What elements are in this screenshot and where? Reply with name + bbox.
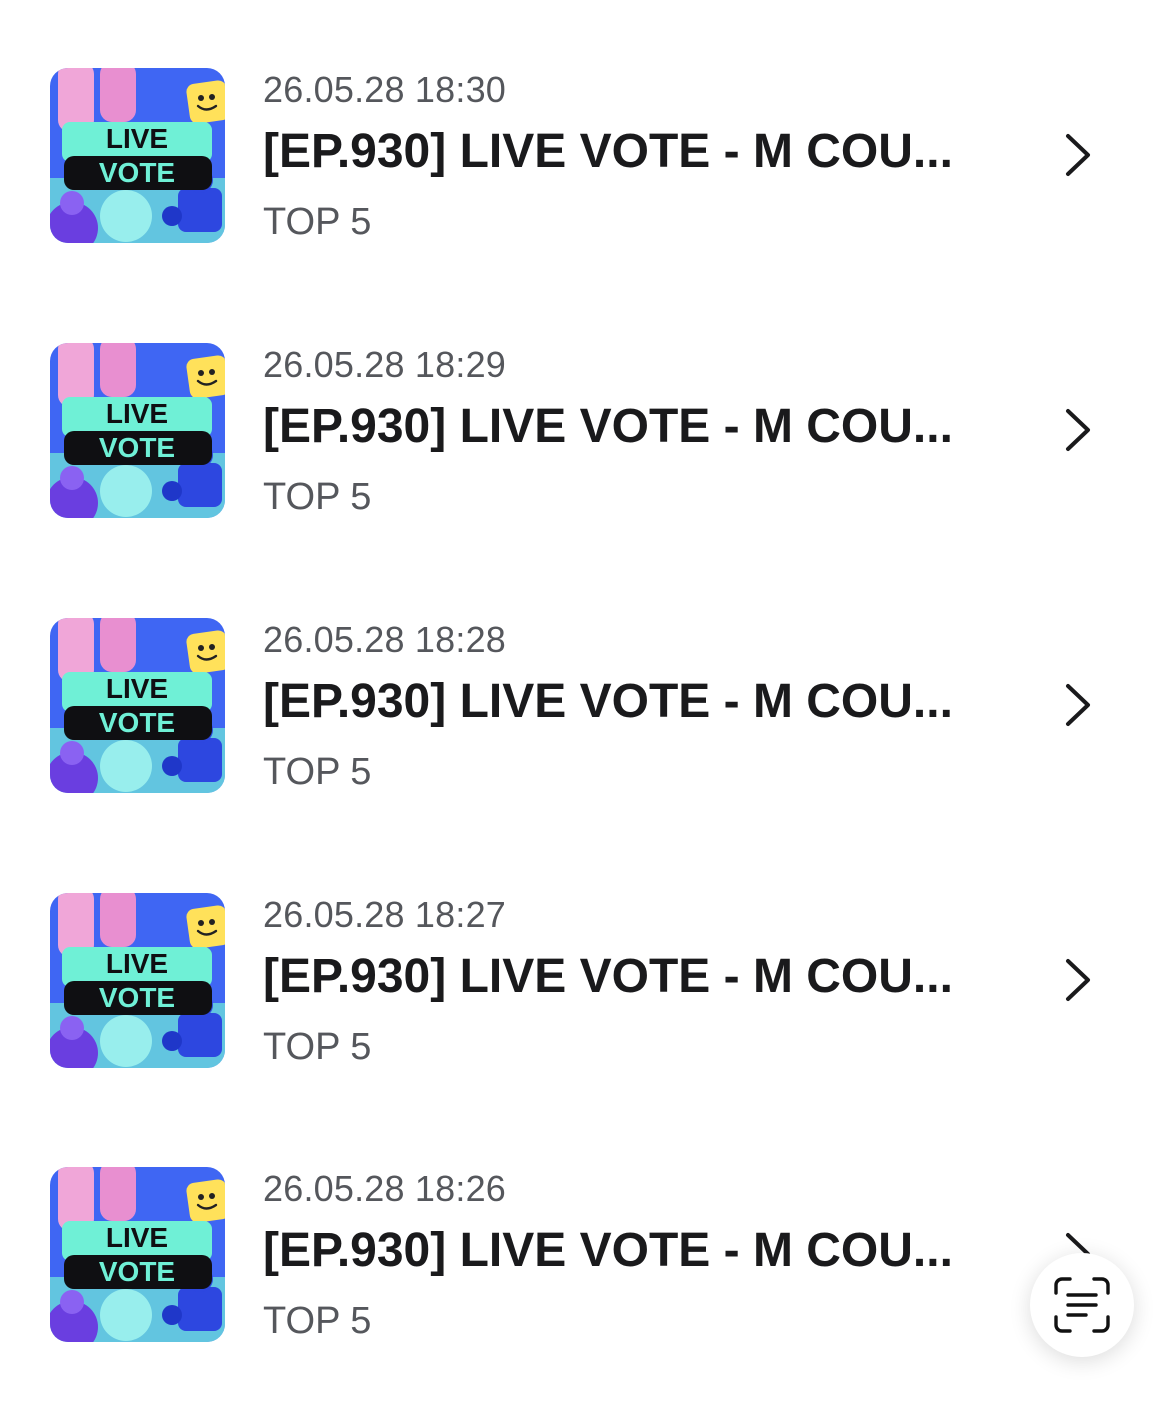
thumb-vote-text: VOTE — [99, 707, 175, 738]
text-scan-button[interactable] — [1030, 1253, 1134, 1357]
item-date: 26.05.28 18:30 — [263, 69, 507, 110]
item-date: 26.05.28 18:28 — [263, 619, 507, 660]
thumb-live-text: LIVE — [106, 673, 168, 704]
live-vote-thumbnail: LIVE VOTE — [50, 1167, 225, 1342]
chevron-right-icon[interactable] — [1058, 682, 1098, 728]
live-vote-thumbnail: LIVE VOTE — [50, 343, 225, 518]
chevron-right-icon[interactable] — [1058, 407, 1098, 453]
item-subtitle: TOP 5 — [263, 476, 372, 518]
thumb-vote-text: VOTE — [99, 982, 175, 1013]
item-title: [EP.930] LIVE VOTE - M COU... — [263, 950, 953, 1003]
vote-list-item-3[interactable]: LIVE VOTE 26.05.28 18:28 [EP.930] LIVE V… — [0, 618, 1170, 818]
chevron-right-icon[interactable] — [1058, 957, 1098, 1003]
vote-list-item-4[interactable]: LIVE VOTE 26.05.28 18:27 [EP.930] LIVE V… — [0, 893, 1170, 1093]
vote-list-item-5[interactable]: LIVE VOTE 26.05.28 18:26 [EP.930] LIVE V… — [0, 1167, 1170, 1367]
item-subtitle: TOP 5 — [263, 1300, 372, 1342]
item-subtitle: TOP 5 — [263, 751, 372, 793]
live-vote-thumbnail: LIVE VOTE — [50, 893, 225, 1068]
item-title: [EP.930] LIVE VOTE - M COU... — [263, 125, 953, 178]
item-subtitle: TOP 5 — [263, 1026, 372, 1068]
item-subtitle: TOP 5 — [263, 201, 372, 243]
item-date: 26.05.28 18:27 — [263, 894, 507, 935]
item-date: 26.05.28 18:29 — [263, 344, 507, 385]
item-title: [EP.930] LIVE VOTE - M COU... — [263, 1224, 953, 1277]
thumb-live-text: LIVE — [106, 398, 168, 429]
item-title: [EP.930] LIVE VOTE - M COU... — [263, 400, 953, 453]
text-scan-icon — [1054, 1277, 1110, 1333]
thumb-vote-text: VOTE — [99, 157, 175, 188]
item-date: 26.05.28 18:26 — [263, 1168, 507, 1209]
thumb-vote-text: VOTE — [99, 1256, 175, 1287]
item-title: [EP.930] LIVE VOTE - M COU... — [263, 675, 953, 728]
vote-history-page: LIVE VOTE 26.05.28 18:30 [EP.930] LIVE V… — [0, 0, 1170, 1421]
thumb-vote-text: VOTE — [99, 432, 175, 463]
thumb-live-text: LIVE — [106, 948, 168, 979]
live-vote-thumbnail: LIVE VOTE — [50, 618, 225, 793]
thumb-live-text: LIVE — [106, 1222, 168, 1253]
thumb-live-text: LIVE — [106, 123, 168, 154]
live-vote-thumbnail: LIVE VOTE — [50, 68, 225, 243]
vote-list-item-2[interactable]: LIVE VOTE 26.05.28 18:29 [EP.930] LIVE V… — [0, 343, 1170, 543]
chevron-right-icon[interactable] — [1058, 132, 1098, 178]
vote-list-item-1[interactable]: LIVE VOTE 26.05.28 18:30 [EP.930] LIVE V… — [0, 68, 1170, 268]
